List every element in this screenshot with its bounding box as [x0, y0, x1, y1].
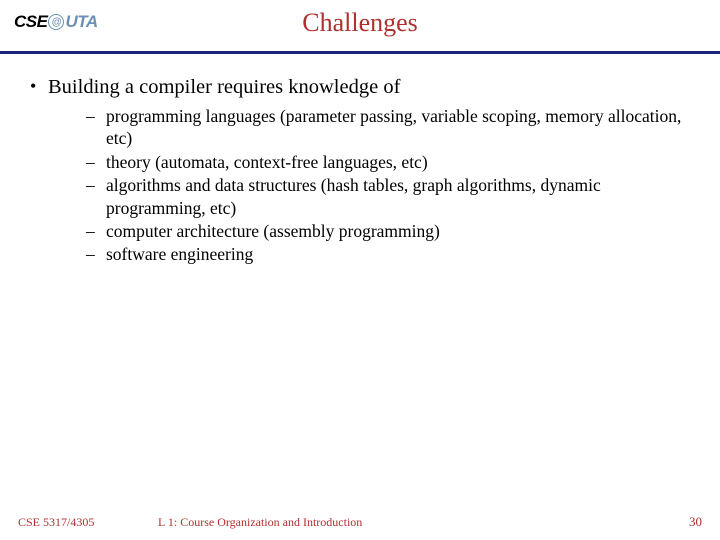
slide-header: CSE @ UTA Challenges [0, 0, 720, 48]
logo-at-icon: @ [48, 14, 64, 30]
slide-footer: CSE 5317/4305 L 1: Course Organization a… [0, 514, 720, 530]
footer-course-code: CSE 5317/4305 [18, 515, 158, 530]
main-bullet-text: Building a compiler requires knowledge o… [48, 76, 400, 98]
logo-text-cse: CSE [14, 12, 47, 32]
list-item: theory (automata, context-free languages… [84, 151, 692, 173]
logo-text-uta: UTA [65, 12, 97, 32]
list-item: software engineering [84, 243, 692, 265]
footer-lecture-title: L 1: Course Organization and Introductio… [158, 515, 689, 530]
slide-title: Challenges [0, 0, 720, 38]
sub-bullet-list: programming languages (parameter passing… [48, 99, 692, 266]
list-item: algorithms and data structures (hash tab… [84, 174, 692, 219]
slide-content: Building a compiler requires knowledge o… [0, 54, 720, 266]
list-item: computer architecture (assembly programm… [84, 220, 692, 242]
list-item: programming languages (parameter passing… [84, 105, 692, 150]
footer-page-number: 30 [689, 514, 702, 530]
logo: CSE @ UTA [14, 12, 98, 32]
main-bullet: Building a compiler requires knowledge o… [28, 76, 692, 266]
